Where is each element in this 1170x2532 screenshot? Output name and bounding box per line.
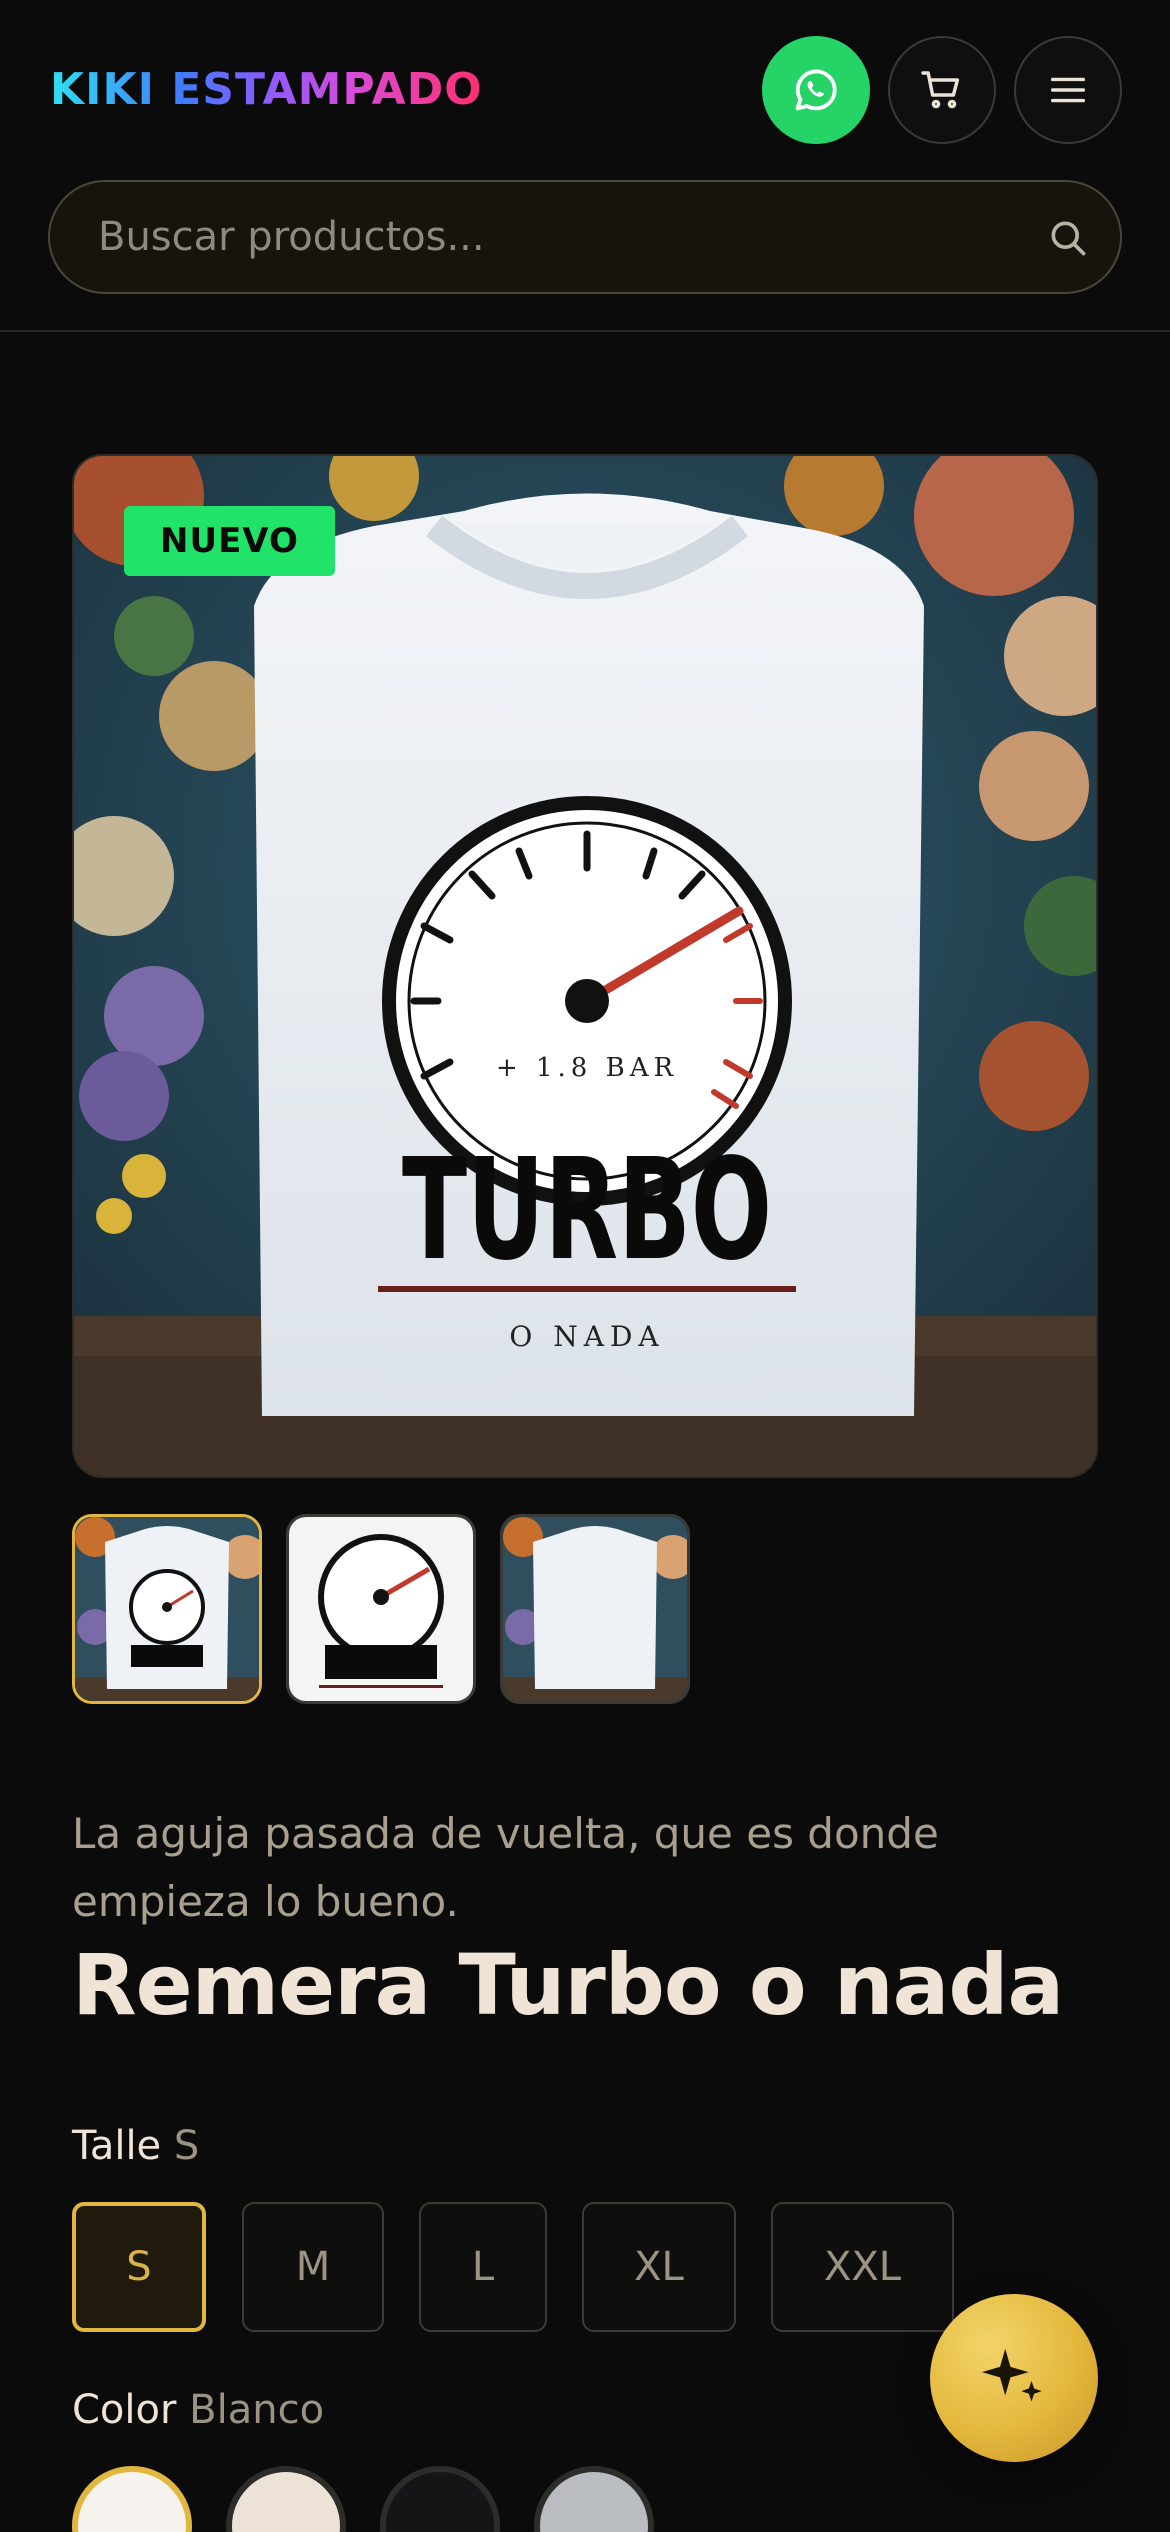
size-selected-value: S [173, 2123, 200, 2169]
thumb-tshirt-gauge-image [75, 1517, 259, 1701]
product-title: Remera Turbo o nada [72, 1936, 1064, 2034]
print-sub-text: O NADA [509, 1320, 664, 1353]
size-option-l[interactable]: L [419, 2202, 547, 2332]
color-label: Color [72, 2387, 177, 2433]
product-page: KIKI ESTAMPADO Buscar productos... + 1.8… [0, 0, 1170, 2532]
site-header: KIKI ESTAMPADO [0, 0, 1170, 332]
size-options: S M L XL XXL [72, 2202, 972, 2334]
thumb-design-print-image [289, 1517, 473, 1701]
search-input[interactable] [98, 182, 998, 292]
product-main-image[interactable]: + 1.8 BAR TURBO O NADA NUEVO [72, 454, 1098, 1478]
hamburger-menu-icon [1050, 77, 1086, 103]
thumb-tshirt-back-image [503, 1517, 687, 1701]
whatsapp-icon [795, 69, 837, 111]
color-swatch-crema[interactable] [226, 2466, 346, 2532]
size-option-xxl[interactable]: XXL [771, 2202, 954, 2332]
product-tagline: La aguja pasada de vuelta, que es donde … [72, 1809, 939, 1926]
size-label: Talle [72, 2123, 162, 2169]
color-selected-value: Blanco [189, 2387, 325, 2433]
thumbnail-strip [72, 1514, 712, 1706]
tshirt-photo: + 1.8 BAR TURBO O NADA [74, 456, 1096, 1476]
cart-icon [921, 71, 960, 109]
ai-assistant-button[interactable] [930, 2294, 1098, 2462]
size-option-s[interactable]: S [72, 2202, 206, 2332]
color-swatch-gris[interactable] [534, 2466, 654, 2532]
search-bar [48, 180, 1122, 294]
search-icon[interactable] [1046, 216, 1090, 260]
print-gauge-text: + 1.8 BAR [496, 1053, 678, 1083]
thumbnail-1[interactable] [72, 1514, 262, 1704]
thumbnail-3[interactable] [500, 1514, 690, 1704]
thumbnail-2[interactable] [286, 1514, 476, 1704]
whatsapp-button[interactable] [762, 36, 870, 144]
color-label-row: Color Blanco [72, 2384, 324, 2436]
size-label-row: Talle S [72, 2120, 199, 2172]
brand-logo[interactable]: KIKI ESTAMPADO [50, 58, 483, 122]
print-main-text: TURBO [402, 1129, 772, 1292]
size-option-xl[interactable]: XL [582, 2202, 736, 2332]
color-swatch-blanco[interactable] [72, 2466, 192, 2532]
sparkle-icon [981, 2348, 1042, 2402]
cart-button[interactable] [888, 36, 996, 144]
menu-button[interactable] [1014, 36, 1122, 144]
size-option-m[interactable]: M [242, 2202, 384, 2332]
color-swatch-negro[interactable] [380, 2466, 500, 2532]
color-options [72, 2466, 772, 2532]
new-badge: NUEVO [124, 506, 335, 576]
